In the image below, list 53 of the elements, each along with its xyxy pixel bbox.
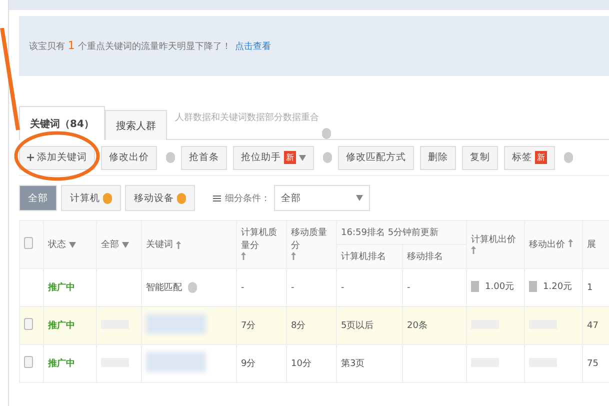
notice-link[interactable]: 点击查看 [234,40,271,52]
toolbar-button[interactable]: 标签 新 [504,146,555,170]
caret-icon [122,242,129,248]
filter-select[interactable]: 全部 [274,185,370,211]
sort-arrow-icon [291,252,296,260]
sort-arrow-icon [176,240,181,248]
tab[interactable]: 搜索人群 [104,110,167,140]
table-cell-text: 1.20元 [543,281,572,293]
filter-label: 细分条件： [225,192,270,204]
new-badge: 新 [535,151,547,164]
device-icon [471,281,480,292]
checkbox[interactable] [24,237,33,249]
column-header[interactable]: 关键词 [146,238,173,251]
toolbar-button[interactable]: 修改匹配方式 [338,146,414,170]
help-icon [322,128,331,139]
column-header[interactable]: 状态 [48,238,66,251]
caret-icon [69,242,76,248]
toolbar-button[interactable]: 抢首条 [181,146,227,170]
table-cell: 第3页 [336,344,402,382]
checkbox[interactable] [24,318,33,330]
list-icon [213,194,221,202]
plus-icon [27,154,34,161]
column-header: 移动排名 [402,244,467,268]
device-icon [529,281,538,292]
device-tab[interactable]: 计算机 [61,185,121,211]
toolbar-button[interactable]: 修改出价 [101,146,157,170]
tabs-note: 人群数据和关键词数据部分数据重合 [174,112,319,124]
column-header: 计算机排名 [336,244,402,268]
toolbar-button[interactable]: 删除 [420,146,456,170]
table-cell-text: 智能匹配 [146,282,182,294]
table-cell: 9分 [236,344,286,382]
column-header[interactable]: 全部 [101,238,119,251]
toolbar-button[interactable]: 抢位助手 新 [233,146,314,170]
sort-arrow-icon [241,252,246,260]
tab[interactable]: 关键词（84） [19,106,105,140]
blurred-keyword [146,314,206,334]
toolbar-button[interactable]: 复制 [462,146,498,170]
column-header: 展 [582,220,609,268]
sort-arrow-icon [568,239,573,247]
column-header: 16:59排名 5分钟前更新 [336,220,467,244]
blurred-keyword [146,352,206,372]
table-cell-text: 1.00元 [485,281,514,293]
device-tab[interactable]: 移动设备 [125,185,195,211]
add-keyword-button[interactable]: 添加关键词 [19,146,95,170]
caret-icon [356,195,363,201]
sort-arrow-icon [471,246,476,254]
new-badge: 新 [284,151,296,164]
notice-text: 该宝贝有 1 个重点关键词的流量昨天明显下降了！ [29,39,231,53]
table-cell: 10分 [286,344,336,382]
column-header[interactable]: 移动出价 [529,238,566,251]
table-cell: 推广中 [44,344,96,382]
help-icon [188,282,197,293]
checkbox[interactable] [24,356,33,368]
